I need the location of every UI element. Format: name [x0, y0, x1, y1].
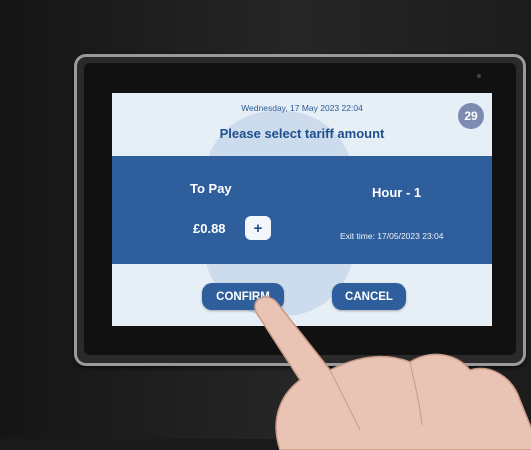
page-title: Please select tariff amount	[219, 126, 385, 141]
current-datetime: Wednesday, 17 May 2023 22:04	[241, 103, 363, 113]
increase-tariff-button[interactable]: +	[245, 216, 271, 240]
amount-value: £0.88	[193, 221, 226, 236]
user-hand	[254, 296, 531, 450]
exit-time-text: Exit time: 17/05/2023 23:04	[340, 231, 444, 241]
tariff-panel	[112, 156, 492, 264]
camera-dot	[477, 74, 481, 78]
duration-label: Hour - 1	[372, 185, 422, 200]
to-pay-label: To Pay	[190, 181, 232, 196]
